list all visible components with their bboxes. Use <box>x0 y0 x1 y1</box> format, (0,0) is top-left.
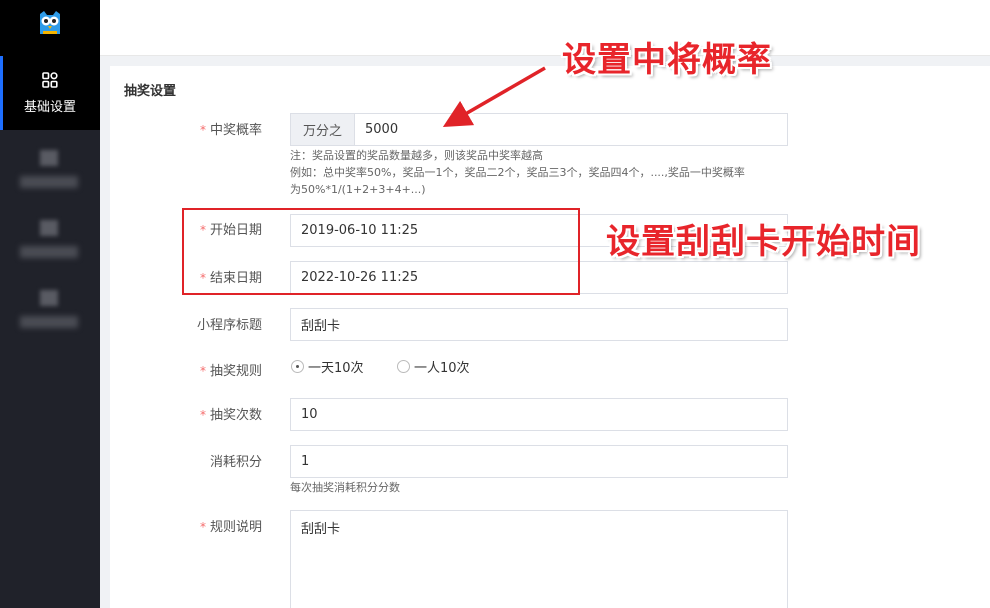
annotation-date-note: 设置刮刮卡开始时间 <box>606 222 921 262</box>
annotation-rate-note: 设置中将概率 <box>562 40 772 80</box>
annotation-arrow-icon <box>442 64 547 128</box>
annotation-date-box <box>182 208 580 295</box>
